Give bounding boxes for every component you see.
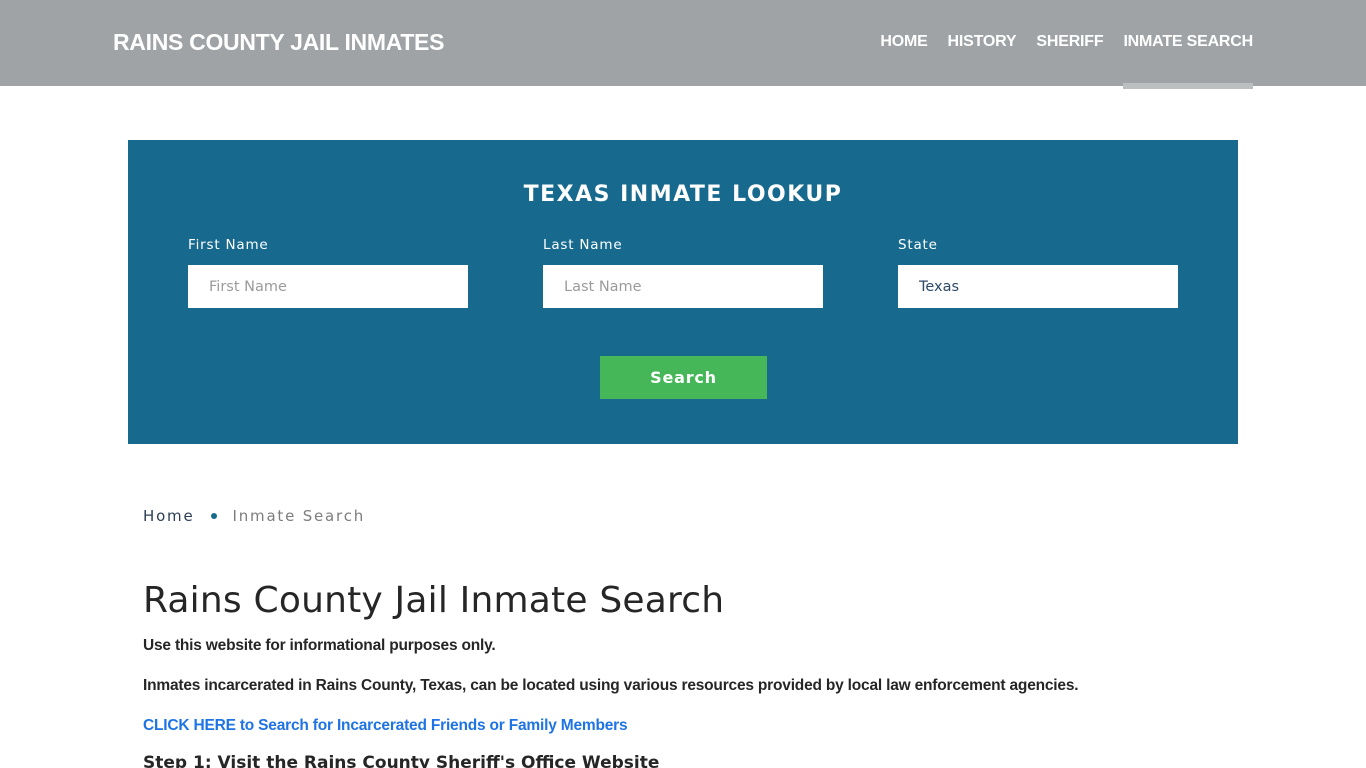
nav-item-history[interactable]: HISTORY xyxy=(948,33,1017,51)
search-friends-family-link[interactable]: CLICK HERE to Search for Incarcerated Fr… xyxy=(143,717,628,735)
last-name-label: Last Name xyxy=(543,237,623,253)
step-1-heading: Step 1: Visit the Rains County Sheriff's… xyxy=(143,753,660,768)
site-brand-link[interactable]: RAINS COUNTY JAIL INMATES xyxy=(113,29,444,56)
main-nav: HOME HISTORY SHERIFF INMATE SEARCH xyxy=(860,33,1253,89)
lookup-title: TEXAS INMATE LOOKUP xyxy=(523,182,843,207)
state-label: State xyxy=(898,237,938,253)
state-group: State xyxy=(898,237,1178,308)
breadcrumb-separator-dot xyxy=(210,513,217,519)
state-input[interactable] xyxy=(898,265,1178,308)
first-name-group: First Name xyxy=(188,237,468,308)
last-name-group: Last Name xyxy=(543,237,823,308)
breadcrumb-current: Inmate Search xyxy=(232,507,366,525)
nav-item-home[interactable]: HOME xyxy=(880,33,927,51)
last-name-input[interactable] xyxy=(543,265,823,308)
intro-text: Inmates incarcerated in Rains County, Te… xyxy=(143,677,1079,694)
page-title: Rains County Jail Inmate Search xyxy=(143,580,725,621)
breadcrumb: Home Inmate Search xyxy=(143,507,365,525)
first-name-input[interactable] xyxy=(188,265,468,308)
nav-item-sheriff[interactable]: SHERIFF xyxy=(1036,33,1103,51)
first-name-label: First Name xyxy=(188,237,269,253)
site-header: RAINS COUNTY JAIL INMATES HOME HISTORY S… xyxy=(0,0,1366,89)
inmate-lookup-panel: TEXAS INMATE LOOKUP First Name Last Name… xyxy=(128,140,1238,444)
breadcrumb-home-link[interactable]: Home xyxy=(143,507,195,525)
disclaimer-text: Use this website for informational purpo… xyxy=(143,637,496,654)
search-button[interactable]: Search xyxy=(600,356,767,399)
nav-item-inmate-search[interactable]: INMATE SEARCH xyxy=(1123,33,1253,89)
